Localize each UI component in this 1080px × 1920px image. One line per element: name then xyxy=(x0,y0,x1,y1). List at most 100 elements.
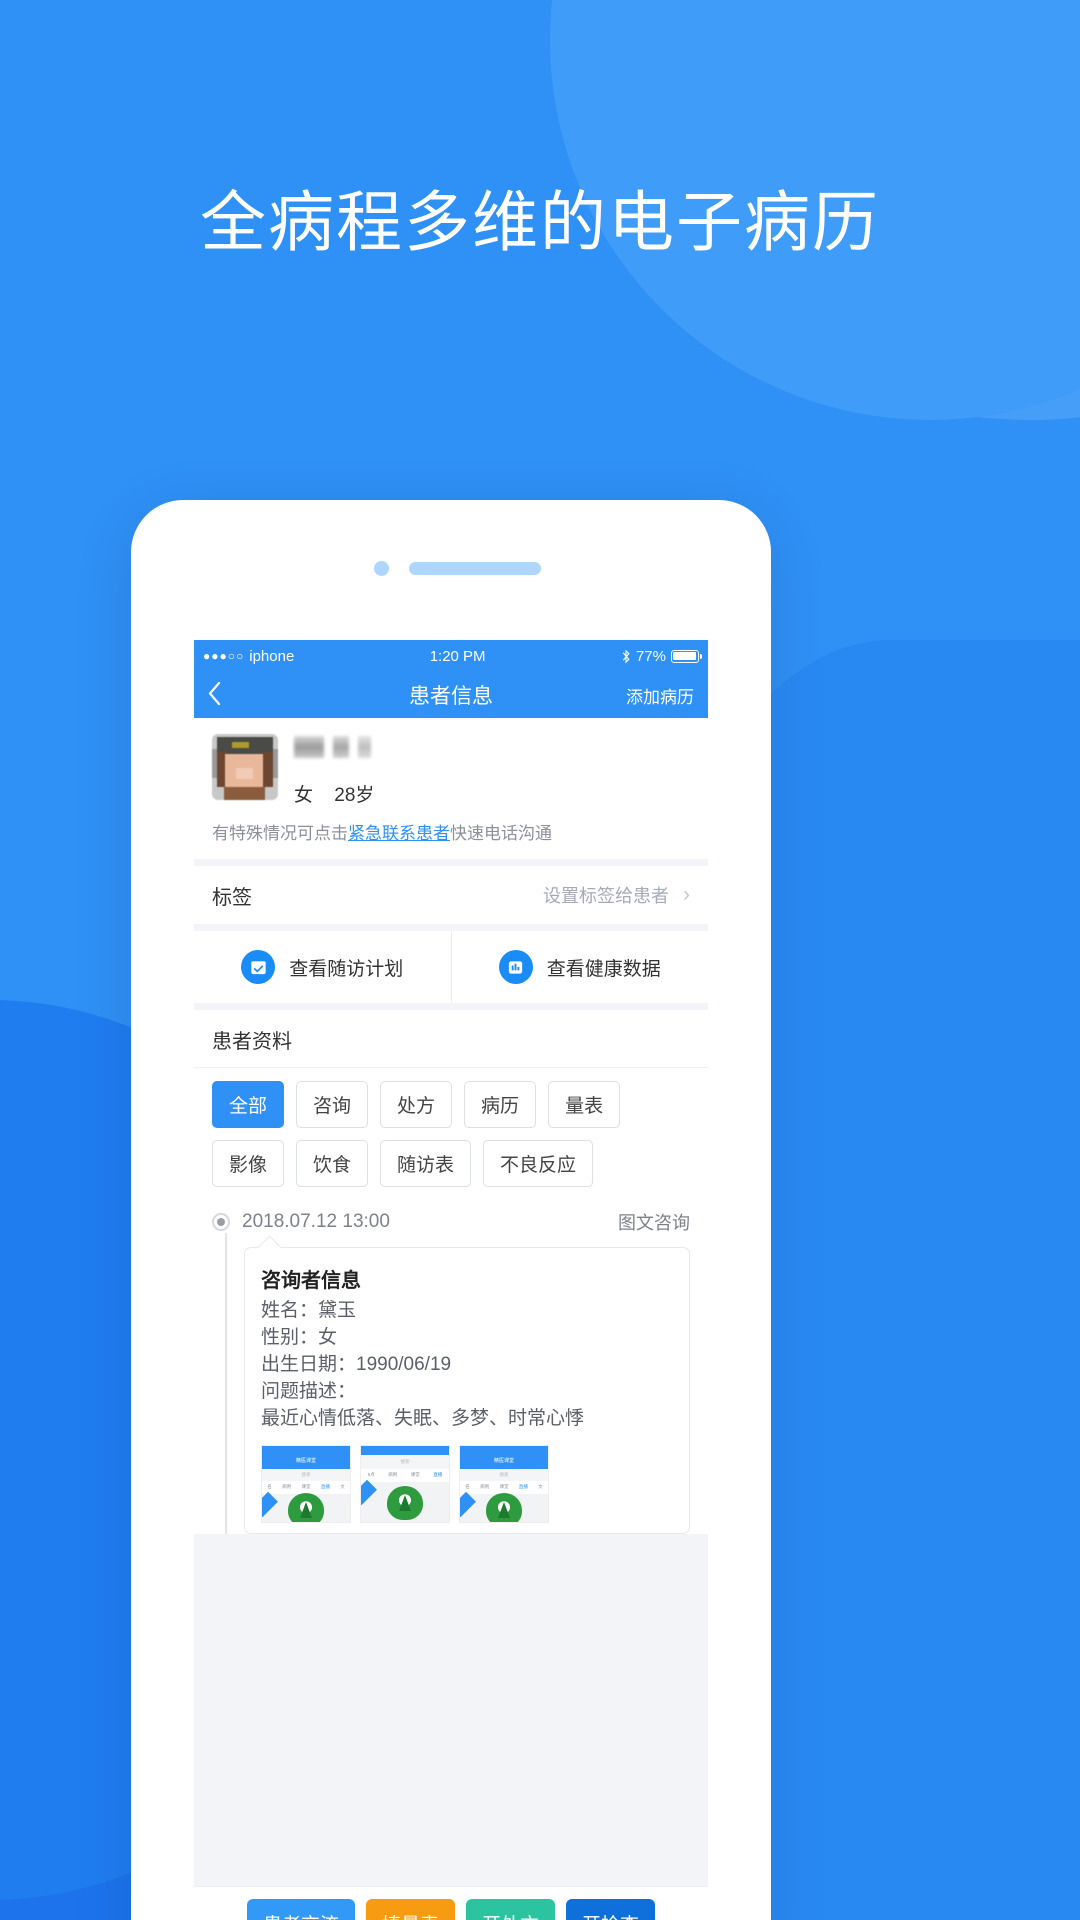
thumb-nav-title: 精医课堂 xyxy=(295,1458,316,1465)
status-bar: ●●●○○ iphone 1:20 PM 77% xyxy=(194,640,708,672)
divider xyxy=(194,859,708,866)
chip-scale[interactable]: 量表 xyxy=(548,1081,621,1128)
timeline-type: 图文咨询 xyxy=(618,1213,690,1233)
patient-data-section: 患者资料 全部 咨询 处方 病历 量表 影像 饮食 随访表 不良反应 2018.… xyxy=(194,1010,708,1534)
speaker-grille xyxy=(409,562,541,575)
emergency-note-prefix: 有特殊情况可点击 xyxy=(212,824,348,843)
patient-chat-button[interactable]: 患者交流 xyxy=(246,1899,355,1920)
thumbnail-image[interactable]: 精医课堂 搜索 名 病例 课堂 直播 文 xyxy=(459,1444,549,1523)
timeline-record-card[interactable]: 咨询者信息 姓名：黛玉 性别：女 出生日期：1990/06/19 问题描述： 最… xyxy=(244,1247,690,1534)
divider xyxy=(194,1003,708,1010)
phone-top-bezel xyxy=(131,500,771,640)
logo-icon xyxy=(288,1493,324,1522)
bluetooth-icon xyxy=(622,649,630,663)
chip-diet[interactable]: 饮食 xyxy=(296,1140,369,1187)
thumb-tab: 名 xyxy=(465,1484,470,1490)
chip-consult[interactable]: 咨询 xyxy=(296,1081,369,1128)
tag-row[interactable]: 标签 设置标签给患者 › xyxy=(194,866,708,924)
patient-meta: 女 28岁 xyxy=(294,780,374,807)
view-health-data-label: 查看健康数据 xyxy=(546,958,661,980)
thumb-tab: 病例 xyxy=(388,1472,398,1478)
record-field-question-text: 最近心情低落、失眠、多梦、时常心悸 xyxy=(261,1407,585,1429)
thumb-search-label: 搜索 xyxy=(400,1458,410,1464)
emergency-contact-link[interactable]: 紧急联系患者 xyxy=(348,824,450,843)
ribbon-icon xyxy=(361,1479,377,1506)
thumb-tab: 课堂 xyxy=(499,1484,509,1490)
thumb-tab: 直播 xyxy=(320,1484,330,1490)
write-prescription-button[interactable]: 开处方 xyxy=(466,1899,556,1920)
camera-icon xyxy=(374,561,389,576)
bottom-action-bar: 患者交流 填量表 开处方 开检查 xyxy=(194,1886,708,1920)
status-bar-left: ●●●○○ iphone xyxy=(203,648,294,665)
record-field-name: 姓名：黛玉 xyxy=(261,1300,357,1321)
phone-screen: ●●●○○ iphone 1:20 PM 77% 患者信息 添加病历 女 28岁… xyxy=(194,640,708,1920)
record-card-title: 咨询者信息 xyxy=(261,1270,361,1292)
thumb-search-label: 搜索 xyxy=(301,1471,311,1477)
thumbnail-image[interactable]: 搜索 5点 病例 课堂 直播 xyxy=(360,1444,450,1523)
thumbnail-image[interactable]: 精医课堂 搜索 名 病例 课堂 直播 文 xyxy=(261,1444,351,1523)
nav-bar: 患者信息 添加病历 xyxy=(194,672,708,718)
status-bar-time: 1:20 PM xyxy=(429,647,486,665)
timeline-dot-icon xyxy=(212,1213,230,1231)
avatar[interactable] xyxy=(212,734,278,800)
view-followup-plan-button[interactable]: 查看随访计划 xyxy=(194,931,451,1003)
section-title: 患者资料 xyxy=(194,1010,708,1068)
emergency-note-suffix: 快速电话沟通 xyxy=(450,824,552,843)
ribbon-icon xyxy=(460,1491,476,1518)
chip-followup[interactable]: 随访表 xyxy=(380,1140,472,1187)
view-health-data-button[interactable]: 查看健康数据 xyxy=(450,931,709,1003)
thumb-tab: 直播 xyxy=(518,1484,528,1490)
patient-gender: 女 xyxy=(294,785,314,806)
chip-prescription[interactable]: 处方 xyxy=(380,1081,453,1128)
thumb-tab: 课堂 xyxy=(301,1484,311,1490)
tag-label: 标签 xyxy=(212,886,252,909)
thumb-tab: 名 xyxy=(267,1484,272,1490)
thumb-search-label: 搜索 xyxy=(499,1471,509,1477)
fill-scale-button[interactable]: 填量表 xyxy=(365,1899,455,1920)
patient-identity: 女 28岁 xyxy=(294,734,374,807)
thumb-tab: 5点 xyxy=(367,1472,375,1478)
timeline-line xyxy=(225,1233,227,1534)
quick-actions-row: 查看随访计划 查看健康数据 xyxy=(194,931,708,1003)
order-exam-button[interactable]: 开检查 xyxy=(566,1899,656,1920)
timeline-entry-header: 2018.07.12 13:00 图文咨询 xyxy=(212,1209,690,1235)
logo-icon xyxy=(387,1485,423,1520)
record-field-gender: 性别：女 xyxy=(261,1326,338,1348)
tag-value: 设置标签给患者 xyxy=(543,886,669,906)
record-field-birthday: 出生日期：1990/06/19 xyxy=(261,1353,452,1375)
thumb-tab: 文 xyxy=(340,1484,345,1490)
patient-name-masked xyxy=(294,736,374,758)
battery-percent-label: 77% xyxy=(635,647,666,665)
battery-icon xyxy=(671,649,702,663)
tag-value-wrap: 设置标签给患者 › xyxy=(543,882,690,908)
logo-icon xyxy=(486,1493,522,1522)
chip-imaging[interactable]: 影像 xyxy=(212,1140,285,1187)
thumb-tab: 病例 xyxy=(282,1484,292,1490)
phone-mockup: ●●●○○ iphone 1:20 PM 77% 患者信息 添加病历 女 28岁… xyxy=(131,500,771,1920)
patient-header: 女 28岁 xyxy=(194,718,708,811)
add-medical-record-button[interactable]: 添加病历 xyxy=(626,683,694,708)
record-field-question-label: 问题描述： xyxy=(261,1380,357,1402)
thumb-tab: 直播 xyxy=(433,1472,443,1478)
thumb-tab: 文 xyxy=(538,1484,543,1490)
bar-chart-icon xyxy=(498,950,533,984)
ribbon-icon xyxy=(262,1491,278,1518)
hero-headline: 全病程多维的电子病历 xyxy=(200,185,880,259)
signal-dots-icon: ●●●○○ xyxy=(203,649,245,663)
divider xyxy=(194,924,708,931)
patient-age: 28岁 xyxy=(334,785,375,806)
thumb-nav-title: 精医课堂 xyxy=(493,1458,514,1465)
chip-all[interactable]: 全部 xyxy=(212,1081,285,1128)
record-thumbnails: 精医课堂 搜索 名 病例 课堂 直播 文 搜索 5点 病例 课堂 直播 精医课堂… xyxy=(261,1444,673,1523)
timeline-date: 2018.07.12 13:00 xyxy=(242,1211,390,1232)
chip-adverse[interactable]: 不良反应 xyxy=(483,1140,594,1187)
thumb-tab: 病例 xyxy=(480,1484,490,1490)
tag-card: 标签 设置标签给患者 › xyxy=(194,866,708,924)
patient-summary-card: 女 28岁 有特殊情况可点击紧急联系患者快速电话沟通 xyxy=(194,718,708,859)
thumb-tab: 课堂 xyxy=(410,1472,420,1478)
calendar-check-icon xyxy=(241,950,276,984)
chevron-right-icon: › xyxy=(683,883,690,906)
chip-record[interactable]: 病历 xyxy=(464,1081,537,1128)
view-followup-plan-label: 查看随访计划 xyxy=(289,958,404,980)
status-bar-right: 77% xyxy=(621,647,702,665)
